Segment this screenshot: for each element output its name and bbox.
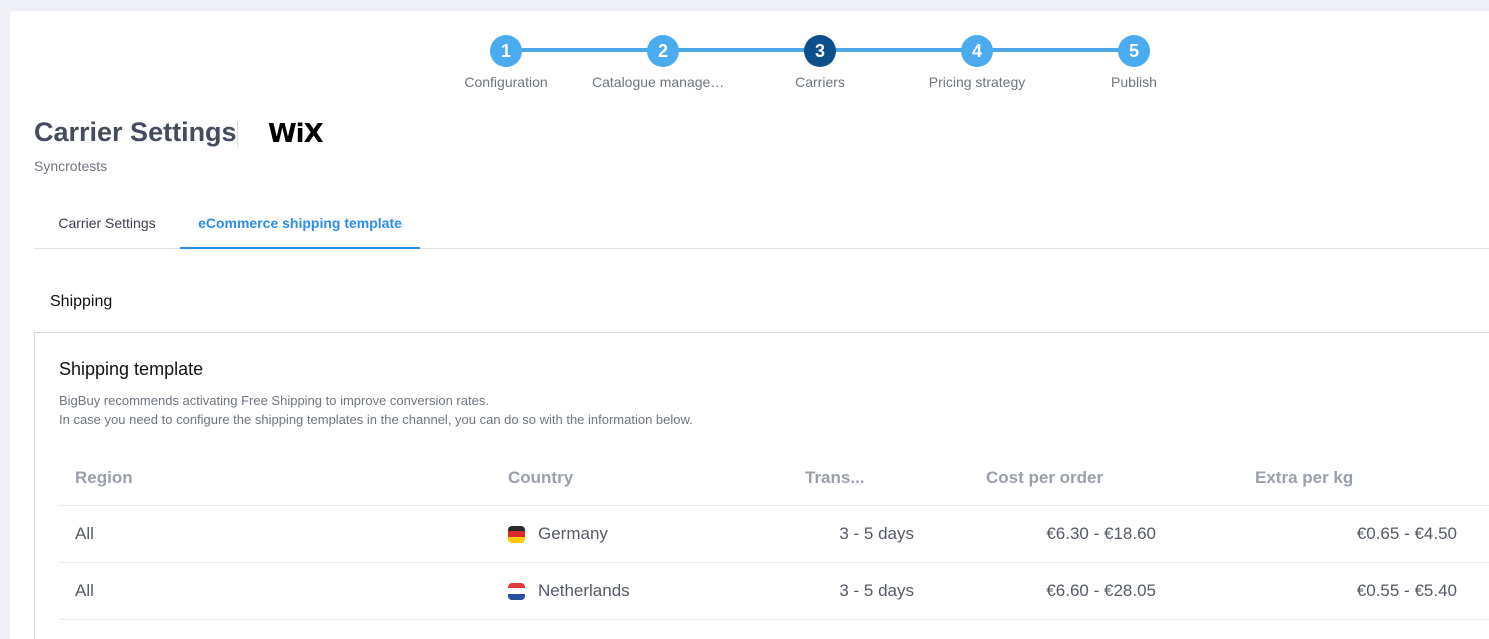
netherlands-flag-icon: [508, 582, 525, 600]
table-row: All Netherlands 3 - 5 days €6.60 - €28.0…: [59, 563, 1489, 620]
step-publish[interactable]: 5 Publish: [1054, 35, 1214, 90]
step-label: Catalogue management: [592, 74, 734, 90]
step-number: 4: [961, 35, 993, 67]
cell-extra-per-kg: €0.55 - €5.40: [1356, 581, 1457, 600]
step-carriers[interactable]: 3 Carriers: [740, 35, 900, 90]
store-name: Syncrotests: [34, 158, 108, 174]
column-header-cost-per-order[interactable]: Cost per order: [986, 451, 1103, 505]
shipping-template-panel: Shipping template BigBuy recommends acti…: [34, 332, 1489, 639]
panel-title: Shipping template: [59, 359, 204, 379]
description-line: BigBuy recommends activating Free Shippi…: [59, 393, 489, 408]
page-title: Carrier Settings: [34, 117, 237, 147]
shipping-table: Region Country Trans... Cost per order E…: [59, 451, 1489, 620]
step-label: Publish: [1111, 74, 1157, 90]
cell-country: Germany: [508, 506, 608, 562]
tab-bar: Carrier Settings eCommerce shipping temp…: [34, 201, 1489, 249]
country-name: Germany: [538, 524, 608, 543]
step-number: 5: [1118, 35, 1150, 67]
title-divider: [237, 121, 238, 147]
step-number: 1: [490, 35, 522, 67]
main-card: 1 Configuration 2 Catalogue management 3…: [10, 11, 1489, 639]
cell-country: Netherlands: [508, 563, 630, 619]
cell-transit: 3 - 5 days: [839, 581, 914, 600]
table-header-row: Region Country Trans... Cost per order E…: [59, 451, 1489, 506]
tab-ecommerce-shipping-template[interactable]: eCommerce shipping template: [180, 201, 420, 249]
country-name: Netherlands: [538, 581, 630, 600]
column-header-region[interactable]: Region: [75, 451, 133, 505]
cell-region: All: [75, 581, 94, 600]
column-header-extra-per-kg[interactable]: Extra per kg: [1255, 451, 1353, 505]
tab-carrier-settings[interactable]: Carrier Settings: [34, 201, 180, 249]
panel-description: BigBuy recommends activating Free Shippi…: [59, 391, 693, 429]
cell-cost-per-order: €6.30 - €18.60: [1046, 524, 1156, 543]
cell-cost-per-order: €6.60 - €28.05: [1046, 581, 1156, 600]
step-number: 2: [647, 35, 679, 67]
cell-extra-per-kg: €0.65 - €4.50: [1356, 524, 1457, 543]
table-row: All Germany 3 - 5 days €6.30 - €18.60 €0…: [59, 506, 1489, 563]
section-shipping-label: Shipping: [50, 293, 113, 310]
wix-logo: WiX: [268, 119, 324, 149]
step-number: 3: [804, 35, 836, 67]
column-header-country[interactable]: Country: [508, 451, 573, 505]
step-label: Carriers: [795, 74, 845, 90]
cell-transit: 3 - 5 days: [839, 524, 914, 543]
germany-flag-icon: [508, 525, 525, 543]
column-header-transit[interactable]: Trans...: [805, 451, 865, 505]
step-catalogue-management[interactable]: 2 Catalogue management: [583, 35, 743, 90]
description-line: In case you need to configure the shippi…: [59, 412, 693, 427]
cell-region: All: [75, 524, 94, 543]
progress-stepper: 1 Configuration 2 Catalogue management 3…: [10, 11, 1489, 111]
step-pricing-strategy[interactable]: 4 Pricing strategy: [897, 35, 1057, 90]
step-configuration[interactable]: 1 Configuration: [426, 35, 586, 90]
step-label: Configuration: [464, 74, 548, 90]
step-label: Pricing strategy: [928, 74, 1026, 90]
